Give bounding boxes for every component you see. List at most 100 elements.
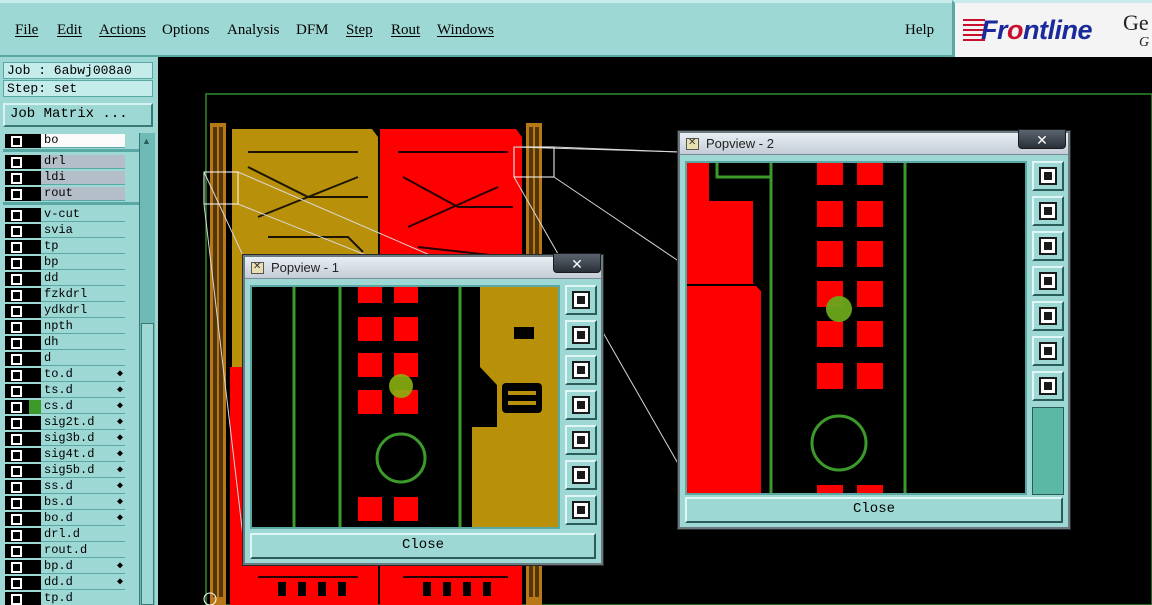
layer-row[interactable]: ldi (3, 170, 139, 186)
layer-color-mark[interactable] (29, 171, 41, 185)
popview-1-view[interactable] (250, 285, 560, 529)
layer-checkbox[interactable] (5, 496, 29, 510)
layer-row[interactable]: d (3, 351, 139, 367)
layer-color-mark[interactable] (29, 592, 41, 605)
layer-color-mark[interactable] (29, 304, 41, 318)
layer-checkbox[interactable] (5, 288, 29, 302)
layer-checkbox[interactable] (5, 576, 29, 590)
layer-checkbox[interactable] (5, 544, 29, 558)
layer-row[interactable]: bp.d ◆ (3, 559, 139, 575)
menu-dfm[interactable]: DFM (296, 22, 329, 39)
layer-scrollbar[interactable]: ▲ (139, 133, 155, 605)
layer-checkbox[interactable] (5, 272, 29, 286)
layer-color-mark[interactable] (29, 272, 41, 286)
layer-name[interactable]: bo (41, 134, 125, 148)
layer-checkbox[interactable] (5, 208, 29, 222)
pan-up-icon[interactable] (1032, 196, 1064, 226)
layer-color-mark[interactable] (29, 448, 41, 462)
menu-actions[interactable]: Actions (99, 22, 146, 39)
layer-row[interactable]: dd.d ◆ (3, 575, 139, 591)
layer-name[interactable]: tp (41, 240, 125, 254)
layer-color-mark[interactable] (29, 368, 41, 382)
layer-name[interactable]: sig3b.d ◆ (41, 432, 125, 446)
layer-row[interactable]: bs.d ◆ (3, 495, 139, 511)
zoom-home-icon[interactable] (1032, 161, 1064, 191)
layer-name[interactable]: ts.d ◆ (41, 384, 125, 398)
layer-color-mark[interactable] (29, 256, 41, 270)
layer-row[interactable]: tp.d (3, 591, 139, 605)
layer-color-mark[interactable] (29, 224, 41, 238)
popview-1-titlebar[interactable]: Popview - 1 ✕ (245, 253, 601, 279)
layer-row[interactable]: ss.d ◆ (3, 479, 139, 495)
layer-color-mark[interactable] (29, 208, 41, 222)
layer-color-mark[interactable] (29, 560, 41, 574)
pan-left-icon[interactable] (565, 390, 597, 420)
layer-color-mark[interactable] (29, 320, 41, 334)
layer-name[interactable]: rout.d (41, 544, 125, 558)
layer-checkbox[interactable] (5, 368, 29, 382)
layer-name[interactable]: svia (41, 224, 125, 238)
layer-row[interactable]: ydkdrl (3, 303, 139, 319)
menu-file[interactable]: File (15, 22, 38, 39)
layer-row[interactable]: v-cut (3, 207, 139, 223)
layer-row[interactable]: bp (3, 255, 139, 271)
layer-row[interactable]: to.d ◆ (3, 367, 139, 383)
layer-row[interactable]: bo.d ◆ (3, 511, 139, 527)
layer-color-mark[interactable] (29, 240, 41, 254)
layer-name[interactable]: sig4t.d ◆ (41, 448, 125, 462)
layer-color-mark[interactable] (29, 576, 41, 590)
scroll-up-icon[interactable]: ▲ (142, 136, 151, 146)
layer-name[interactable]: drl (41, 155, 125, 169)
layer-name[interactable]: sig2t.d ◆ (41, 416, 125, 430)
layer-checkbox[interactable] (5, 592, 29, 605)
menu-options[interactable]: Options (162, 22, 210, 39)
layer-row[interactable]: bo (3, 133, 139, 149)
job-matrix-button[interactable]: Job Matrix ... (3, 103, 153, 127)
layer-checkbox[interactable] (5, 464, 29, 478)
menu-step[interactable]: Step (346, 22, 373, 39)
zoom-out-icon[interactable] (565, 495, 597, 525)
layer-row[interactable]: ts.d ◆ (3, 383, 139, 399)
layer-row[interactable]: sig5b.d ◆ (3, 463, 139, 479)
layer-name[interactable]: drl.d (41, 528, 125, 542)
layer-checkbox[interactable] (5, 384, 29, 398)
pan-right-icon[interactable] (565, 425, 597, 455)
layer-checkbox[interactable] (5, 187, 29, 201)
layer-name[interactable]: bp.d ◆ (41, 560, 125, 574)
layer-checkbox[interactable] (5, 224, 29, 238)
layer-color-mark[interactable] (29, 336, 41, 350)
layer-row[interactable]: dd (3, 271, 139, 287)
layer-color-mark[interactable] (29, 512, 41, 526)
zoom-out-icon[interactable] (1032, 371, 1064, 401)
layer-color-mark[interactable] (29, 288, 41, 302)
layer-color-mark[interactable] (29, 480, 41, 494)
layer-color-mark[interactable] (29, 187, 41, 201)
layer-name[interactable]: npth (41, 320, 125, 334)
layer-name[interactable]: sig5b.d ◆ (41, 464, 125, 478)
layer-checkbox[interactable] (5, 400, 29, 414)
pan-left-icon[interactable] (1032, 266, 1064, 296)
layer-checkbox[interactable] (5, 304, 29, 318)
popview-1-close-x[interactable]: ✕ (553, 253, 601, 273)
layer-checkbox[interactable] (5, 448, 29, 462)
popview-2-close-x[interactable]: ✕ (1018, 129, 1066, 149)
layer-checkbox[interactable] (5, 480, 29, 494)
menu-rout[interactable]: Rout (391, 22, 420, 39)
layer-name[interactable]: to.d ◆ (41, 368, 125, 382)
layer-name[interactable]: cs.d ◆ (41, 400, 125, 414)
layer-row[interactable]: cs.d ◆ (3, 399, 139, 415)
layer-row[interactable]: sig3b.d ◆ (3, 431, 139, 447)
layer-name[interactable]: bp (41, 256, 125, 270)
scroll-thumb[interactable] (141, 323, 154, 605)
menu-analysis[interactable]: Analysis (227, 22, 280, 39)
layer-name[interactable]: ydkdrl (41, 304, 125, 318)
layer-checkbox[interactable] (5, 432, 29, 446)
layer-checkbox[interactable] (5, 416, 29, 430)
layer-checkbox[interactable] (5, 134, 29, 148)
layer-color-mark[interactable] (29, 155, 41, 169)
layer-name[interactable]: d (41, 352, 125, 366)
layer-color-mark[interactable] (29, 134, 41, 148)
layer-name[interactable]: bo.d ◆ (41, 512, 125, 526)
layer-row[interactable]: sig4t.d ◆ (3, 447, 139, 463)
pan-up-icon[interactable] (565, 320, 597, 350)
